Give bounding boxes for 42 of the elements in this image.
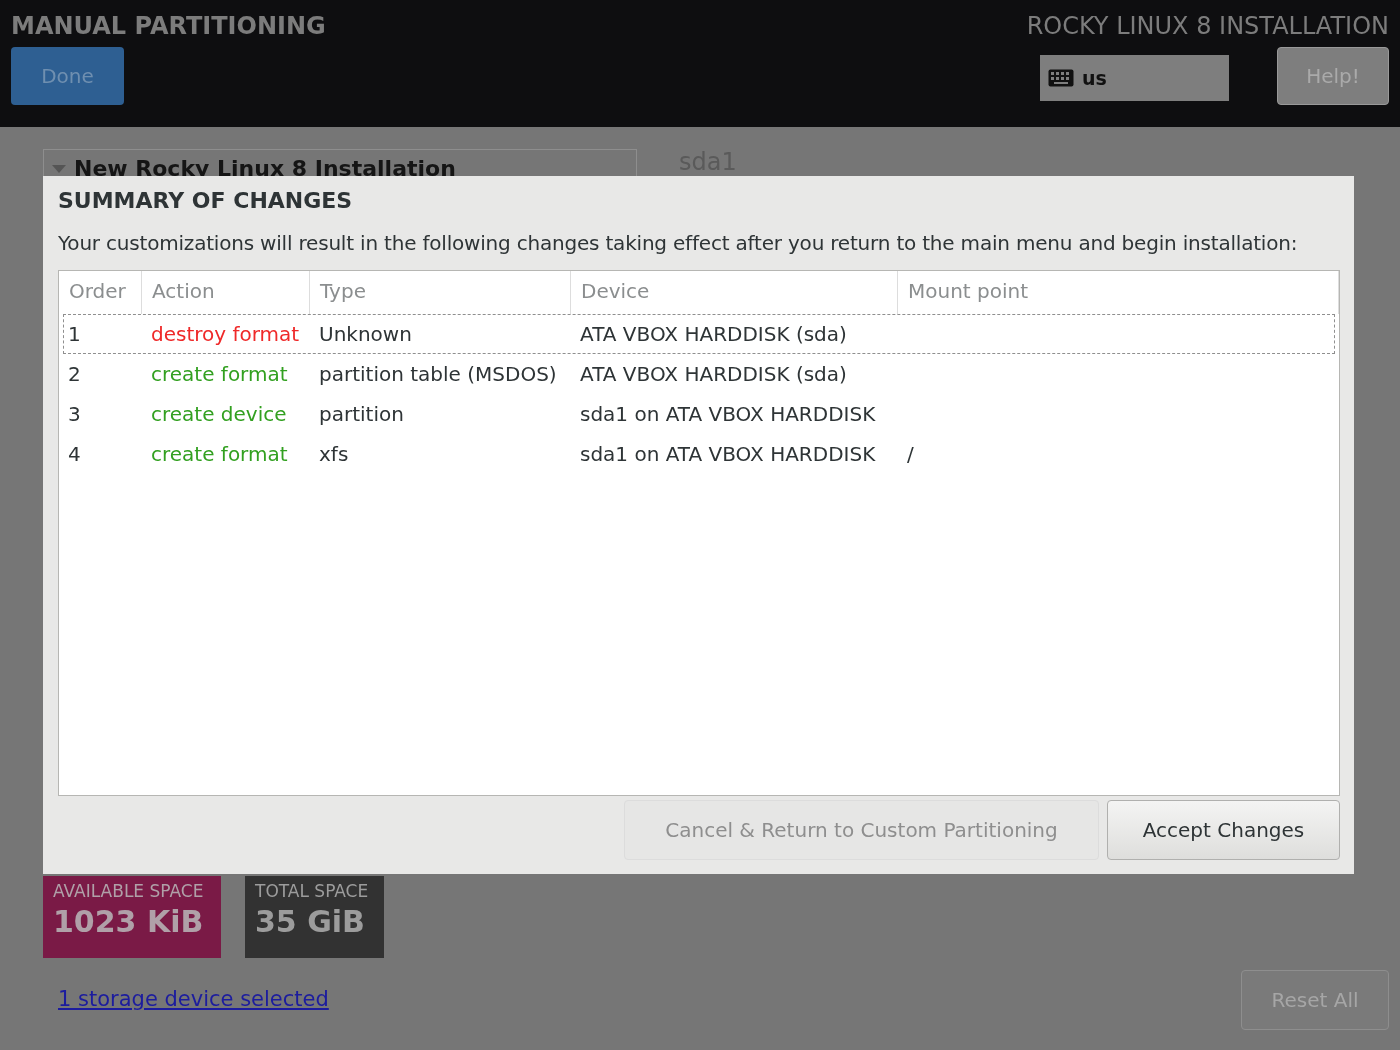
- dialog-title: SUMMARY OF CHANGES: [58, 188, 354, 215]
- table-row[interactable]: 3 create device partition sda1 on ATA VBOX HARDDISK: [63, 394, 1335, 435]
- keyboard-layout-indicator[interactable]: us: [1040, 54, 1229, 101]
- table-cell-text: Unknown: [318, 321, 413, 349]
- column-header[interactable]: Mount point: [898, 271, 1339, 315]
- table-cell-text: create format: [150, 441, 289, 469]
- column-header[interactable]: Order: [59, 271, 142, 315]
- table-cell-text: destroy format: [150, 321, 301, 349]
- table-cell-text: 3: [67, 401, 82, 429]
- tree-heading-label: New Rocky Linux 8 Installation: [74, 156, 456, 183]
- collapse-arrow-icon[interactable]: [52, 165, 66, 174]
- screen-title: MANUAL PARTITIONING: [11, 12, 326, 41]
- space-value: 35 GiB: [255, 903, 366, 942]
- table-cell-text: partition table (MSDOS): [318, 361, 558, 389]
- space-label: TOTAL SPACE: [255, 880, 370, 903]
- table-cell-text: xfs: [318, 441, 350, 469]
- keyboard-icon: [1048, 68, 1074, 87]
- accept-changes-button[interactable]: Accept Changes: [1107, 800, 1340, 860]
- product-title: ROCKY LINUX 8 INSTALLATION: [1026, 12, 1389, 41]
- table-cell-text: 2: [67, 361, 82, 389]
- dialog-message: Your customizations will result in the following changes taking effect after you return to the main menu and begin installation:: [58, 230, 1299, 258]
- keyboard-layout-label: us: [1082, 65, 1107, 91]
- done-button[interactable]: Done: [11, 46, 124, 105]
- table-cell-text: 1: [67, 321, 82, 349]
- table-cell-text: 4: [67, 441, 82, 469]
- storage-device-link[interactable]: 1 storage device selected: [58, 984, 329, 1016]
- column-header[interactable]: Type: [310, 271, 571, 315]
- table-cell-text: ATA VBOX HARDDISK (sda): [579, 321, 848, 349]
- space-value: 1023 KiB: [53, 903, 205, 942]
- space-label: AVAILABLE SPACE: [53, 880, 205, 903]
- table-row[interactable]: 2 create format partition table (MSDOS) ATA VBOX HARDDISK (sda): [63, 354, 1335, 395]
- table-cell-text: sda1 on ATA VBOX HARDDISK: [579, 401, 877, 429]
- table-cell-text: create format: [150, 361, 289, 389]
- table-cell-text: partition: [318, 401, 405, 429]
- column-header[interactable]: Action: [142, 271, 310, 315]
- table-row[interactable]: 1 destroy format Unknown ATA VBOX HARDDISK (sda): [63, 314, 1335, 355]
- table-cell-text: sda1 on ATA VBOX HARDDISK: [579, 441, 877, 469]
- column-header[interactable]: Device: [571, 271, 898, 315]
- table-cell-text: /: [906, 441, 915, 469]
- table-cell-text: ATA VBOX HARDDISK (sda): [579, 361, 848, 389]
- table-cell-text: create device: [150, 401, 288, 429]
- table-row[interactable]: 4 create format xfs sda1 on ATA VBOX HARDDISK /: [63, 434, 1335, 475]
